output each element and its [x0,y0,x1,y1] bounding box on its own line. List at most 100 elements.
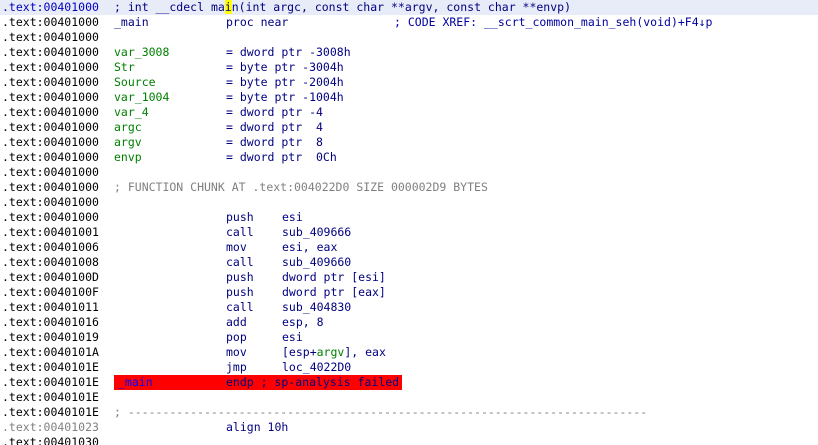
signature-comment: ; int __cdecl main(int argc, const char … [114,0,571,15]
line-address: .text:00401030 [2,435,99,445]
operand[interactable]: esi, eax [282,240,337,255]
line-address: .text:00401011 [2,300,99,314]
mnemonic: add [226,315,247,329]
line-address: .text:00401000 [2,120,99,134]
line-address: .text:00401000 [2,210,99,224]
line-address: .text:00401019 [2,330,99,344]
endp-comment: endp ; sp-analysis failed [226,375,400,389]
blank-line[interactable]: .text:00401000 [0,30,818,45]
line-address: .text:0040101E [2,360,99,374]
operand[interactable]: esi [282,330,303,345]
mnemonic: push [226,285,254,299]
line-address: .text:00401023 [2,420,99,434]
operand[interactable]: esp, 8 [282,315,324,330]
instruction-line[interactable]: .text:0040101E jmp loc_4022D0 [0,360,818,375]
function-label[interactable]: _main [118,375,153,390]
partial-line[interactable]: .text:00401030 [0,435,818,445]
instruction-line[interactable]: .text:0040101A mov [esp+argv], eax [0,345,818,360]
mnemonic: mov [226,345,247,359]
endp-error-line[interactable]: .text:0040101E _main endp ; sp-analysis … [0,375,818,390]
instruction-line[interactable]: .text:00401016 add esp, 8 [0,315,818,330]
operand[interactable]: dword ptr [esi] [282,270,386,285]
line-address: .text:0040101E [2,375,99,389]
stack-var-name[interactable]: Source [114,75,156,90]
stack-var-name[interactable]: Str [114,60,135,75]
function-signature-line[interactable]: .text:00401000 ; int __cdecl main(int ar… [0,0,818,15]
line-address: .text:00401000 [2,105,99,119]
stack-var-def: = byte ptr -3004h [226,60,344,74]
line-address: .text:00401000 [2,90,99,104]
function-chunk-line[interactable]: .text:00401000 ; FUNCTION CHUNK AT .text… [0,180,818,195]
stack-var-def: = dword ptr 4 [226,120,323,134]
stack-var-line[interactable]: .text:00401000 var_1004 = byte ptr -1004… [0,90,818,105]
operand[interactable]: loc_4022D0 [282,360,351,375]
mnemonic: push [226,270,254,284]
align-line[interactable]: .text:00401023 align 10h [0,420,818,435]
instruction-line[interactable]: .text:00401011 call sub_404830 [0,300,818,315]
line-address: .text:00401016 [2,315,99,329]
stack-var-name[interactable]: var_4 [114,105,149,120]
stack-var-name[interactable]: argc [114,120,142,135]
instruction-line[interactable]: .text:00401019 pop esi [0,330,818,345]
function-label[interactable]: _main [114,15,149,30]
stack-var-name[interactable]: envp [114,150,142,165]
operand[interactable]: sub_409666 [282,225,351,240]
instruction-line[interactable]: .text:00401001 call sub_409666 [0,225,818,240]
signature-prefix: ; int __cdecl [114,0,211,14]
operand[interactable]: esi [282,210,303,225]
instruction-line[interactable]: .text:00401000 push esi [0,210,818,225]
stack-var-line[interactable]: .text:00401000 var_4 = dword ptr -4 [0,105,818,120]
mnemonic: call [226,300,254,314]
line-address: .text:00401000 [2,135,99,149]
stack-var-line[interactable]: .text:00401000 var_3008 = dword ptr -300… [0,45,818,60]
line-address: .text:0040100D [2,270,99,284]
separator-line[interactable]: .text:0040101E ; -----------------------… [0,405,818,420]
blank-line[interactable]: .text:00401000 [0,165,818,180]
mnemonic: call [226,255,254,269]
separator-comment: ; --------------------------------------… [114,405,648,419]
operand[interactable]: [esp+argv], eax [282,345,386,360]
function-chunk-comment[interactable]: ; FUNCTION CHUNK AT .text:004022D0 SIZE … [114,180,488,195]
stack-var-name[interactable]: argv [114,135,142,150]
operand-var[interactable]: argv [317,345,345,359]
code-xref-comment[interactable]: ; CODE XREF: __scrt_common_main_seh(void… [394,15,713,30]
line-address: .text:00401000 [2,15,99,29]
text-cursor-highlight[interactable]: i [224,0,232,14]
operand[interactable]: sub_409660 [282,255,351,270]
line-address: .text:00401008 [2,255,99,269]
stack-var-line[interactable]: .text:00401000 argv = dword ptr 8 [0,135,818,150]
line-address: .text:0040101E [2,390,99,404]
instruction-line[interactable]: .text:0040100F push dword ptr [eax] [0,285,818,300]
stack-var-def: = dword ptr -3008h [226,45,351,59]
blank-line[interactable]: .text:00401000 [0,195,818,210]
blank-line[interactable]: .text:0040101E [0,390,818,405]
stack-var-name[interactable]: var_3008 [114,45,169,60]
operand[interactable]: dword ptr [eax] [282,285,386,300]
line-address: .text:0040101A [2,345,99,359]
mnemonic: jmp [226,360,247,374]
line-address: .text:0040100F [2,285,99,299]
line-address: .text:00401006 [2,240,99,254]
mnemonic: mov [226,240,247,254]
stack-var-def: = dword ptr 0Ch [226,150,337,164]
line-address: .text:00401000 [2,195,99,209]
signature-args: (int argc, const char **argv, const char… [238,0,572,14]
line-address: .text:00401000 [2,60,99,74]
stack-var-line[interactable]: .text:00401000 envp = dword ptr 0Ch [0,150,818,165]
stack-var-line[interactable]: .text:00401000 Source = byte ptr -2004h [0,75,818,90]
instruction-line[interactable]: .text:0040100D push dword ptr [esi] [0,270,818,285]
mnemonic: call [226,225,254,239]
line-address: .text:00401000 [2,0,99,14]
disassembly-listing[interactable]: .text:00401000 ; int __cdecl main(int ar… [0,0,818,445]
operand[interactable]: sub_404830 [282,300,351,315]
stack-var-name[interactable]: var_1004 [114,90,169,105]
stack-var-line[interactable]: .text:00401000 argc = dword ptr 4 [0,120,818,135]
line-address: .text:00401001 [2,225,99,239]
proc-line[interactable]: .text:00401000 _main proc near ; CODE XR… [0,15,818,30]
function-name-post: n [231,0,239,14]
stack-var-line[interactable]: .text:00401000 Str = byte ptr -3004h [0,60,818,75]
line-address: .text:00401000 [2,75,99,89]
instruction-line[interactable]: .text:00401008 call sub_409660 [0,255,818,270]
line-address: .text:00401000 [2,165,99,179]
instruction-line[interactable]: .text:00401006 mov esi, eax [0,240,818,255]
